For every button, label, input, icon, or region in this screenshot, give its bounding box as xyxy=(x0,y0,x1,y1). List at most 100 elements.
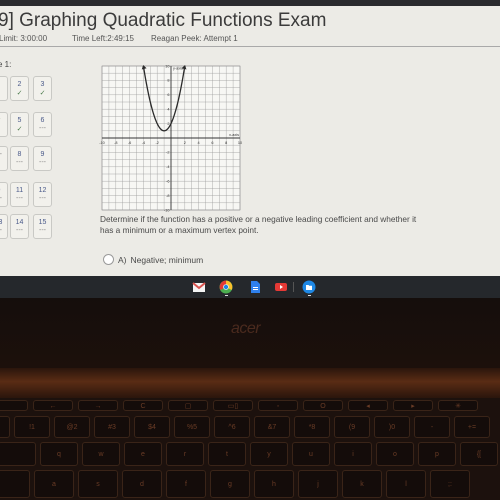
question-tile[interactable]: ✓ xyxy=(0,112,8,137)
keyboard-key[interactable]: s xyxy=(78,470,118,498)
question-tile[interactable]: 9 --- xyxy=(33,146,52,171)
keyboard-key[interactable]: )0 xyxy=(374,416,410,438)
youtube-icon[interactable] xyxy=(274,280,288,294)
keyboard-key[interactable]: *8 xyxy=(294,416,330,438)
y-tick-label: 10 xyxy=(165,64,169,68)
shelf-divider xyxy=(293,282,294,292)
keyboard-key[interactable]: t xyxy=(208,442,246,466)
keyboard-key[interactable]: ← xyxy=(33,400,73,411)
y-tick-label: 6 xyxy=(167,93,169,97)
keyboard-key[interactable]: {[ xyxy=(460,442,498,466)
keyboard-key[interactable]: q xyxy=(40,442,78,466)
keyboard-key[interactable]: d xyxy=(122,470,162,498)
keyboard-key[interactable]: ◂ xyxy=(348,400,388,411)
keyboard-key[interactable]: w xyxy=(82,442,120,466)
question-tile[interactable]: 15 --- xyxy=(33,214,52,239)
question-tile[interactable]: 6 --- xyxy=(33,112,52,137)
x-tick-label: 4 xyxy=(198,141,200,145)
keyboard-key[interactable]: y xyxy=(250,442,288,466)
tile-number: 6 xyxy=(40,117,45,124)
y-tick-label: -4 xyxy=(166,165,169,169)
keyboard-key[interactable]: ▢ xyxy=(168,400,208,411)
time-left: Time Left:2:49:15 xyxy=(72,34,134,43)
tile-number: 2 xyxy=(17,81,22,88)
keyboard-key[interactable]: += xyxy=(454,416,490,438)
question-tile[interactable]: 5 ✓ xyxy=(10,112,29,137)
tile-number: 3 xyxy=(40,81,45,88)
question-tile[interactable]: 8 --- xyxy=(10,146,29,171)
keyboard-key[interactable] xyxy=(0,442,36,466)
chrome-running-indicator xyxy=(225,295,228,296)
question-tile[interactable]: 14 --- xyxy=(10,214,29,239)
unanswered-mark: --- xyxy=(16,159,23,166)
keyboard-key[interactable]: !1 xyxy=(14,416,50,438)
x-tick-label: -10 xyxy=(99,141,105,145)
keyboard-key[interactable]: j xyxy=(298,470,338,498)
gmail-icon[interactable] xyxy=(192,280,206,294)
check-icon: ✓ xyxy=(39,90,46,97)
keyboard-key[interactable]: f xyxy=(166,470,206,498)
page-title: 9] Graphing Quadratic Functions Exam xyxy=(0,10,327,31)
files-icon[interactable] xyxy=(302,280,316,294)
option-label: Negative; minimum xyxy=(130,254,204,265)
keyboard-key[interactable]: &7 xyxy=(254,416,290,438)
brand-logo: acer xyxy=(231,320,261,337)
keyboard-key[interactable]: ▸ xyxy=(393,400,433,411)
quadratic-graph: -10 -8 -6 -4 -2 2 4 6 8 10 10 8 6 4 2 -2 -4 -6 -8 -10 x-axis… xyxy=(99,64,242,212)
option-letter: A) xyxy=(118,254,127,265)
keyboard-key[interactable]: h xyxy=(254,470,294,498)
question-tile[interactable] xyxy=(0,76,8,101)
keyboard-key[interactable]: C xyxy=(123,400,163,411)
chrome-icon[interactable] xyxy=(219,280,233,294)
keyboard-key[interactable]: r xyxy=(166,442,204,466)
question-tile[interactable]: 11 --- xyxy=(10,182,29,207)
question-tile[interactable]: 3 ✓ xyxy=(33,76,52,101)
keyboard-key[interactable]: ;: xyxy=(430,470,470,498)
keyboard-key[interactable] xyxy=(0,416,10,438)
question-tile[interactable]: --- xyxy=(0,146,8,171)
keyboard-key[interactable]: o xyxy=(376,442,414,466)
tile-number: 14 xyxy=(15,219,24,226)
keyboard-key[interactable]: ✳ xyxy=(438,400,478,411)
question-tile[interactable]: 12 --- xyxy=(33,182,52,207)
radio-button[interactable] xyxy=(103,254,114,265)
keyboard-key[interactable] xyxy=(0,400,28,411)
keyboard-key[interactable]: $4 xyxy=(134,416,170,438)
keyboard-key[interactable]: ◦ xyxy=(258,400,298,411)
tile-number: 12 xyxy=(38,187,47,194)
y-tick-label: -6 xyxy=(166,180,169,184)
tile-number: 0 xyxy=(0,187,7,194)
time-limit: Limit: 3:00:00 xyxy=(0,34,48,43)
keyboard-key[interactable]: l xyxy=(386,470,426,498)
keyboard-key[interactable]: %5 xyxy=(174,416,210,438)
keyboard-key[interactable]: e xyxy=(124,442,162,466)
question-tile[interactable]: 0--- xyxy=(0,182,8,207)
check-icon: ✓ xyxy=(0,117,7,125)
unanswered-mark: --- xyxy=(16,195,23,202)
keyboard-key[interactable]: → xyxy=(78,400,118,411)
answer-option-a[interactable]: A) Negative; minimum xyxy=(103,254,203,265)
keyboard-key[interactable]: O xyxy=(303,400,343,411)
keyboard-key[interactable]: p xyxy=(418,442,456,466)
check-icon: ✓ xyxy=(16,126,23,133)
question-tile[interactable]: 13--- xyxy=(0,214,8,239)
tile-number: 5 xyxy=(17,117,22,124)
keyboard-key[interactable]: ▭▯ xyxy=(213,400,253,411)
keyboard-key[interactable]: - xyxy=(414,416,450,438)
keyboard-key[interactable]: i xyxy=(334,442,372,466)
keyboard-key[interactable]: (9 xyxy=(334,416,370,438)
y-axis-label: y-axis xyxy=(173,67,183,71)
keyboard-key[interactable]: g xyxy=(210,470,250,498)
docs-icon[interactable] xyxy=(248,280,262,294)
keyboard-key[interactable]: @2 xyxy=(54,416,90,438)
x-tick-label: 2 xyxy=(184,141,186,145)
keyboard-key[interactable]: k xyxy=(342,470,382,498)
keyboard-key[interactable] xyxy=(0,470,30,498)
keyboard-key[interactable]: #3 xyxy=(94,416,130,438)
question-tile[interactable]: 2 ✓ xyxy=(10,76,29,101)
keyboard-key[interactable]: u xyxy=(292,442,330,466)
keyboard-key[interactable]: a xyxy=(34,470,74,498)
keyboard-key[interactable]: ^6 xyxy=(214,416,250,438)
x-axis-label: x-axis xyxy=(229,133,239,137)
tile-number: 13 xyxy=(0,219,3,226)
